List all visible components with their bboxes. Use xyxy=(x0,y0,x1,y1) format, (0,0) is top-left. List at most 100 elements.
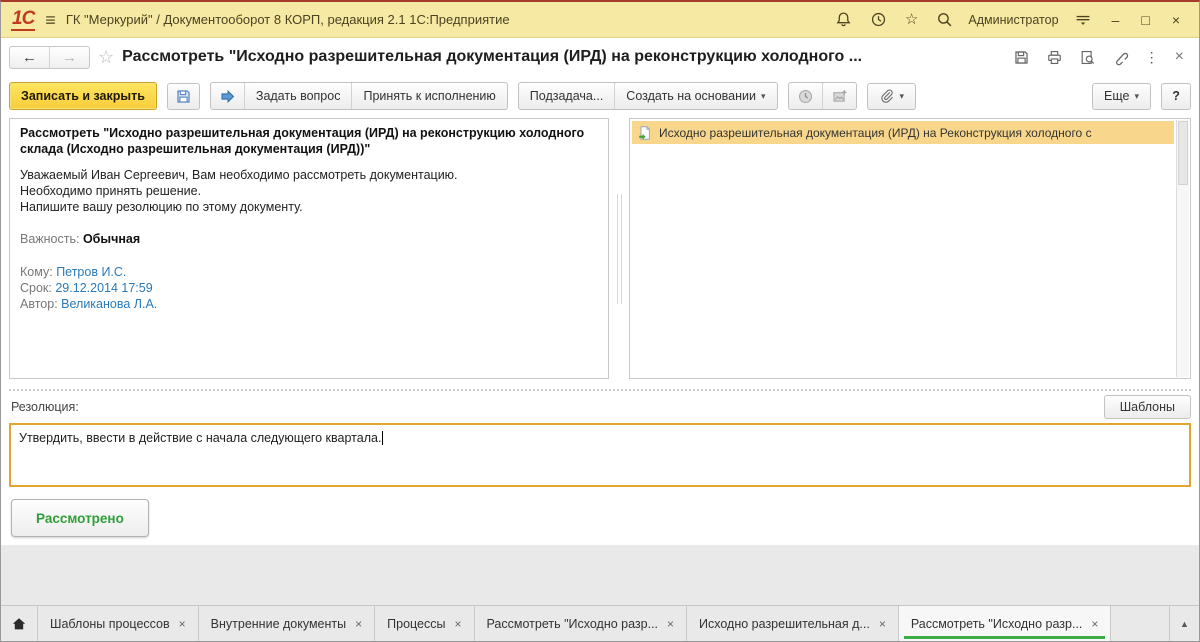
timekeeping-clock-icon xyxy=(789,83,822,109)
tab-label: Рассмотреть "Исходно разр... xyxy=(486,616,659,631)
more-button-label: Еще xyxy=(1104,89,1130,103)
to-label: Кому: xyxy=(20,264,53,279)
app-title: ГК "Меркурий" / Документооборот 8 КОРП, … xyxy=(65,12,510,27)
task-assignee: Кому: Петров И.С. xyxy=(20,264,598,280)
subject-document-row[interactable]: Исходно разрешительная документация (ИРД… xyxy=(632,121,1174,144)
tab-label: Рассмотреть "Исходно разр... xyxy=(910,616,1083,631)
importance-value: Обычная xyxy=(82,232,141,247)
splitter-grip xyxy=(616,193,622,304)
tab-label: Процессы xyxy=(387,616,446,631)
tab-process-templates[interactable]: Шаблоны процессов × xyxy=(38,606,199,641)
more-menu-kebab-icon[interactable]: ⋮ xyxy=(1138,46,1166,69)
scrollbar-thumb[interactable] xyxy=(1178,121,1188,185)
task-subject-panel: Исходно разрешительная документация (ИРД… xyxy=(629,118,1191,380)
reviewed-button[interactable]: Рассмотрено xyxy=(11,499,149,538)
service-settings-icon[interactable] xyxy=(1067,9,1099,30)
create-based-on-button[interactable]: Создать на основании ▾ xyxy=(614,83,776,109)
close-window-button[interactable]: × xyxy=(1163,10,1189,30)
print-icon[interactable] xyxy=(1039,46,1070,69)
help-button[interactable]: ? xyxy=(1161,82,1191,110)
more-button[interactable]: Еще ▾ xyxy=(1092,82,1151,110)
resolution-text: Утвердить, ввести в действие с начала сл… xyxy=(19,431,382,446)
history-nav-group: ← → xyxy=(9,45,90,69)
task-body-line: Необходимо принять решение. xyxy=(20,183,202,198)
command-toolbar: Записать и закрыть Задать вопрос Принять… xyxy=(1,76,1199,116)
titlebar: 1С ≡ ГК "Меркурий" / Документооборот 8 К… xyxy=(1,2,1199,38)
due-label: Срок: xyxy=(20,280,52,295)
tab-review-task-active[interactable]: Рассмотреть "Исходно разр... × xyxy=(898,606,1112,641)
tab-label: Исходно разрешительная д... xyxy=(699,616,870,631)
attachments-paperclip-button[interactable]: ▾ xyxy=(866,82,917,110)
forward-task-icon[interactable] xyxy=(211,83,244,109)
form-window-actions: ⋮ × xyxy=(1006,45,1191,69)
tab-close-icon[interactable]: × xyxy=(1091,617,1098,631)
history-icon[interactable] xyxy=(863,9,894,30)
caret-down-icon: ▾ xyxy=(899,90,905,101)
collapse-tabbar-arrow-icon[interactable]: ▲ xyxy=(1169,606,1199,641)
notifications-bell-icon[interactable] xyxy=(828,9,859,30)
task-body-line: Уважаемый Иван Сергеевич, Вам необходимо… xyxy=(20,167,458,182)
forward-arrow-icon[interactable]: → xyxy=(49,46,89,68)
tab-label: Внутренние документы xyxy=(210,616,347,631)
task-title: Рассмотреть "Исходно разрешительная доку… xyxy=(20,126,585,157)
forward-actions-group: Задать вопрос Принять к исполнению xyxy=(209,82,508,110)
app-window: 1С ≡ ГК "Меркурий" / Документооборот 8 К… xyxy=(0,0,1200,642)
vertical-splitter[interactable] xyxy=(609,118,629,379)
task-importance: Важность: Обычная xyxy=(20,231,598,247)
tab-review-task-1[interactable]: Рассмотреть "Исходно разр... × xyxy=(475,606,688,641)
nav-row: ← → ☆ Рассмотреть "Исходно разрешительна… xyxy=(1,38,1199,76)
home-icon xyxy=(12,617,26,629)
tab-close-icon[interactable]: × xyxy=(355,617,362,631)
get-link-icon[interactable] xyxy=(1105,46,1136,69)
main-menu-icon[interactable]: ≡ xyxy=(45,11,56,29)
deadline-link[interactable]: 29.12.2014 17:59 xyxy=(55,281,152,295)
reviewed-area: Рассмотрено xyxy=(1,491,1199,545)
document-icon xyxy=(639,125,650,140)
create-based-on-label: Создать на основании xyxy=(626,89,756,103)
author-label: Автор: xyxy=(20,297,58,311)
caret-down-icon: ▾ xyxy=(760,90,766,101)
tab-close-icon[interactable]: × xyxy=(879,617,886,631)
maximize-button[interactable]: □ xyxy=(1132,10,1158,30)
horizontal-splitter[interactable] xyxy=(9,381,1191,392)
vertical-scrollbar[interactable] xyxy=(1176,120,1189,378)
back-arrow-icon[interactable]: ← xyxy=(10,47,49,68)
save-and-close-button[interactable]: Записать и закрыть xyxy=(9,82,157,110)
add-favorite-star-icon[interactable]: ☆ xyxy=(98,47,114,68)
page-title: Рассмотреть "Исходно разрешительная доку… xyxy=(122,48,863,65)
tab-close-icon[interactable]: × xyxy=(179,617,186,631)
search-icon[interactable] xyxy=(929,9,960,30)
paperclip-icon xyxy=(880,89,893,103)
resolution-row: Резолюция: Шаблоны xyxy=(1,391,1199,421)
disabled-tools-group xyxy=(787,82,857,110)
tab-label: Шаблоны процессов xyxy=(50,616,170,631)
favorites-star-icon[interactable]: ☆ xyxy=(898,10,925,29)
tab-internal-documents[interactable]: Внутренние документы × xyxy=(199,606,376,641)
add-image-icon xyxy=(821,83,856,109)
resolution-input[interactable]: Утвердить, ввести в действие с начала сл… xyxy=(9,423,1191,488)
background-strip xyxy=(1,545,1199,605)
subtask-button[interactable]: Подзадача... xyxy=(519,83,615,109)
templates-button[interactable]: Шаблоны xyxy=(1103,395,1191,420)
text-cursor xyxy=(382,431,384,446)
preview-icon[interactable] xyxy=(1072,46,1103,69)
current-user: Администратор xyxy=(968,12,1059,27)
assignee-link[interactable]: Петров И.С. xyxy=(56,265,126,279)
author-link[interactable]: Великанова Л.А. xyxy=(61,297,157,311)
subject-document-label: Исходно разрешительная документация (ИРД… xyxy=(659,125,1092,140)
minimize-button[interactable]: – xyxy=(1103,10,1129,30)
write-save-icon-button[interactable] xyxy=(166,82,200,110)
tab-processes[interactable]: Процессы × xyxy=(375,606,475,641)
tab-close-icon[interactable]: × xyxy=(454,617,461,631)
home-tab[interactable] xyxy=(1,606,38,641)
titlebar-actions: ☆ Администратор – □ × xyxy=(828,9,1189,30)
1c-logo-icon: 1С xyxy=(11,7,35,31)
save-icon[interactable] xyxy=(1006,46,1037,69)
tab-close-icon[interactable]: × xyxy=(667,617,674,631)
close-form-icon[interactable]: × xyxy=(1168,45,1191,69)
tab-source-document[interactable]: Исходно разрешительная д... × xyxy=(687,606,899,641)
task-deadline: Срок: 29.12.2014 17:59 xyxy=(20,280,598,296)
ask-question-button[interactable]: Задать вопрос xyxy=(243,83,352,109)
accept-for-execution-button[interactable]: Принять к исполнению xyxy=(351,83,506,109)
task-body-line: Напишите вашу резолюцию по этому докумен… xyxy=(20,200,303,214)
